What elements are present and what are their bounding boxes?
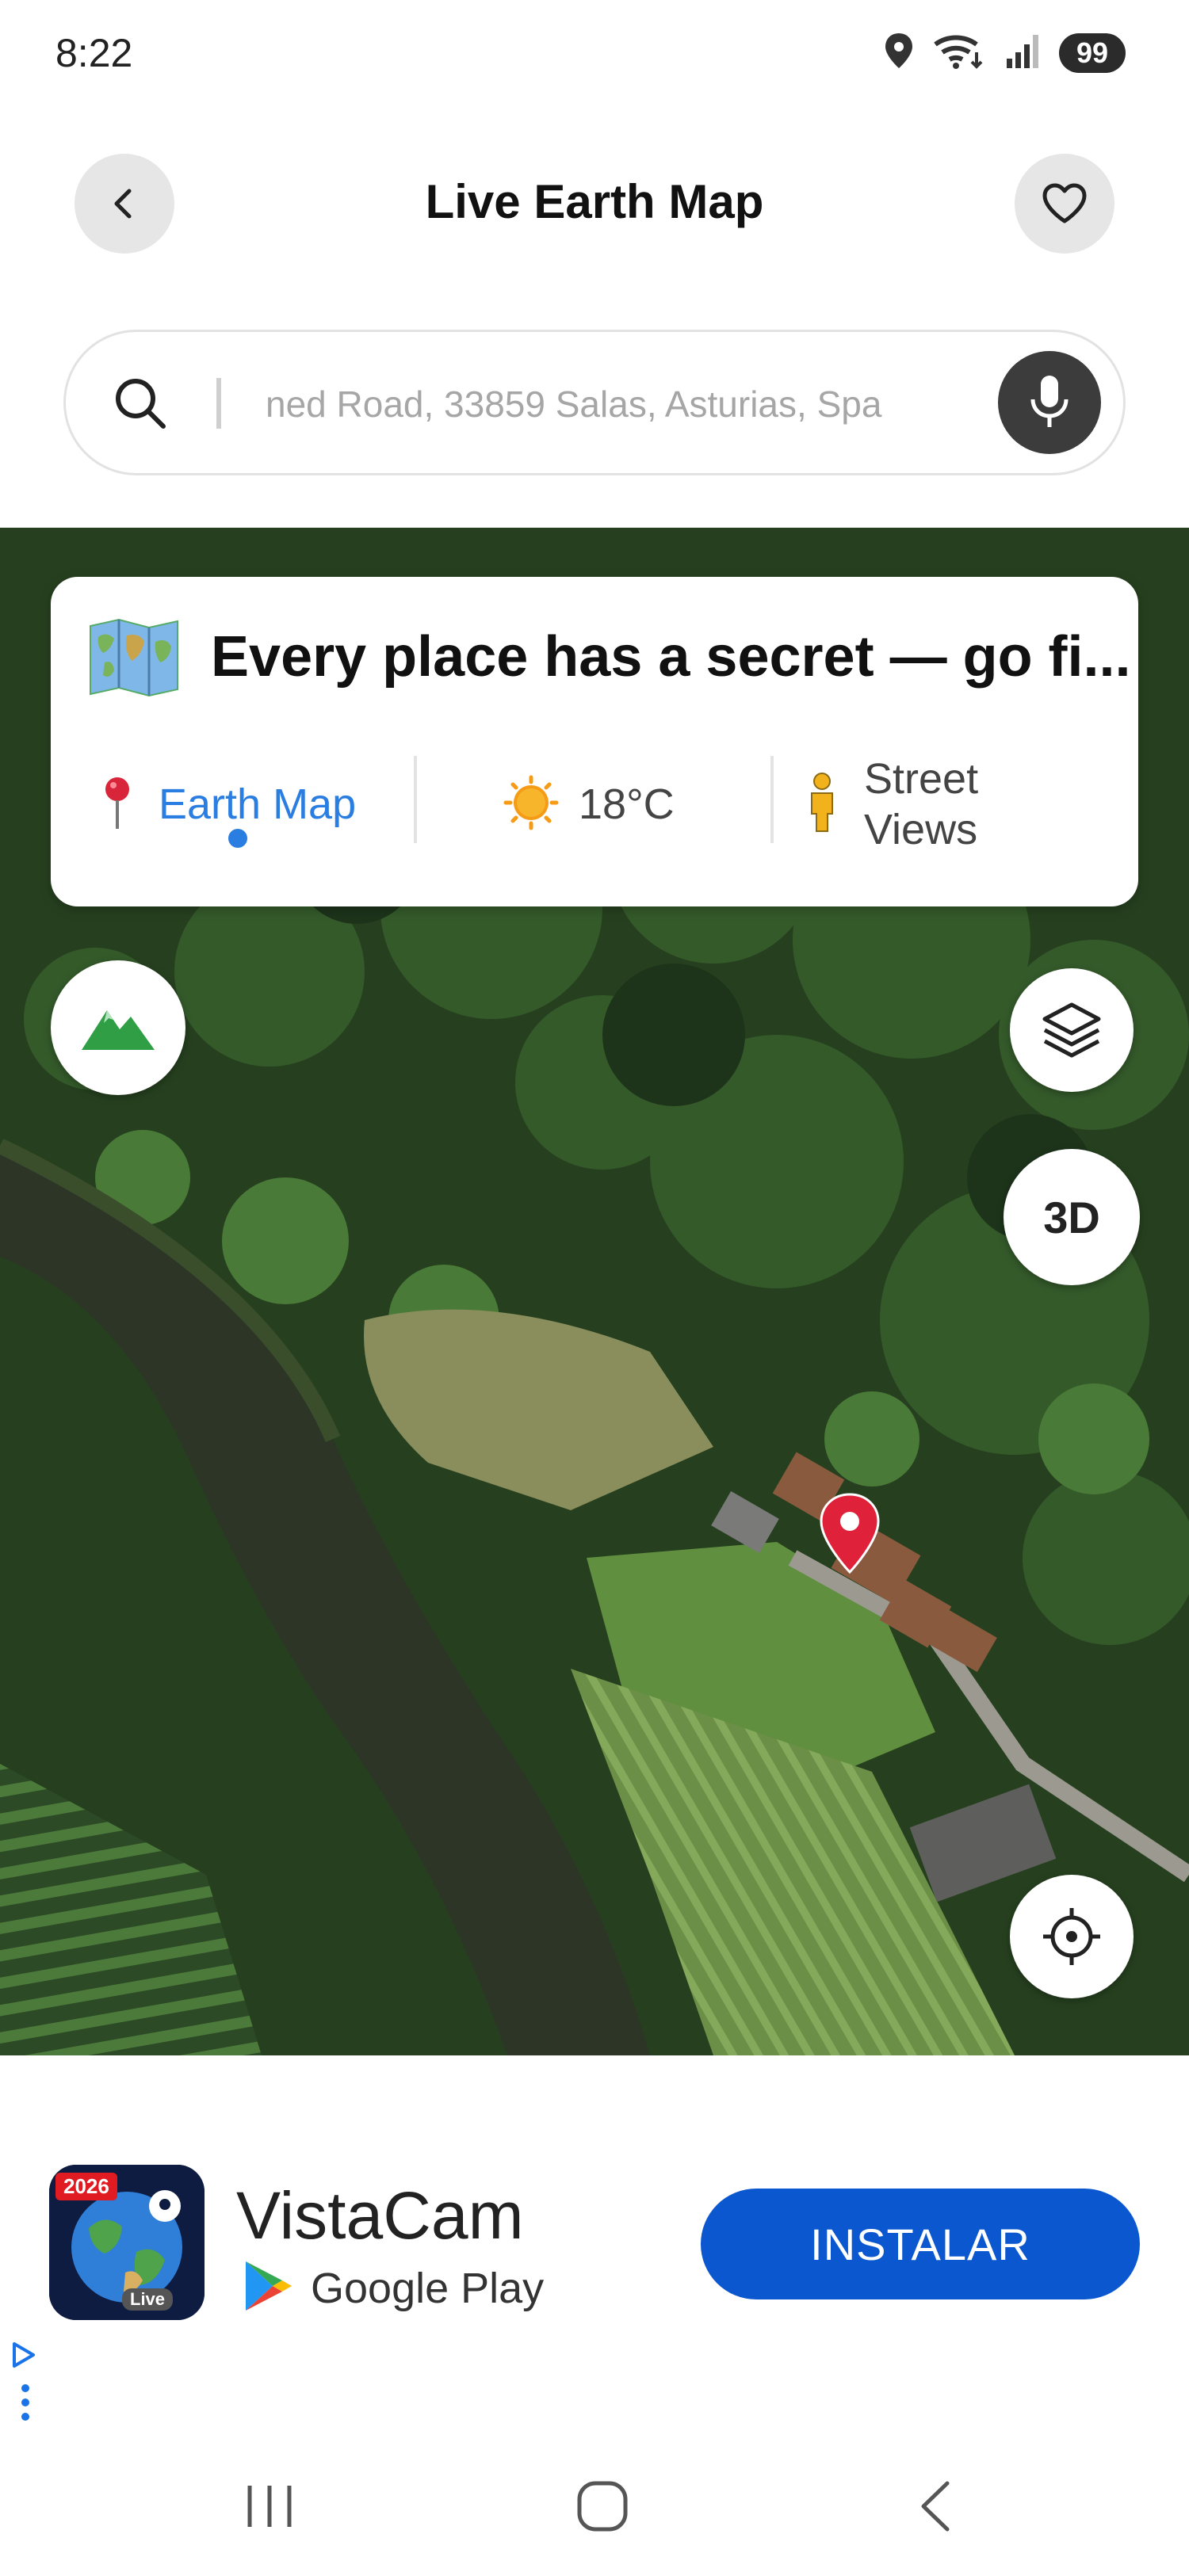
terrain-button[interactable] <box>51 960 185 1095</box>
pushpin-icon <box>100 775 135 834</box>
search-input[interactable] <box>264 364 1028 445</box>
ad-store-name: Google Play <box>311 2264 545 2312</box>
ad-app-name: VistaCam <box>236 2178 524 2253</box>
ad-year-badge: 2026 <box>55 2173 117 2200</box>
home-button[interactable] <box>563 2471 642 2542</box>
ad-app-icon[interactable]: 2026 Live <box>49 2165 205 2320</box>
page-title: Live Earth Map <box>425 175 764 228</box>
divider <box>770 756 774 843</box>
text-cursor <box>216 378 221 429</box>
heart-icon <box>1042 183 1087 223</box>
microphone-icon <box>1030 376 1069 427</box>
back-arrow-icon <box>921 2481 950 2532</box>
voice-search-button[interactable] <box>998 351 1101 454</box>
card-headline: Every place has a secret — go fi... <box>211 625 1131 689</box>
ad-icon-caption: Live <box>122 2288 174 2311</box>
layers-icon <box>1042 1002 1101 1058</box>
status-icons: 99 <box>883 32 1126 74</box>
google-play-icon <box>243 2258 295 2318</box>
search-icon <box>110 373 170 437</box>
favorite-button[interactable] <box>1015 154 1114 254</box>
map-layers-button[interactable] <box>1010 968 1134 1092</box>
home-icon <box>577 2481 628 2532</box>
tab-weather[interactable]: 18°C <box>503 745 772 864</box>
install-button[interactable]: INSTALAR <box>701 2189 1140 2299</box>
divider <box>414 756 417 843</box>
crosshair-icon <box>1043 1908 1100 1965</box>
signal-icon <box>1004 32 1042 74</box>
info-card: Every place has a secret — go fi... Eart… <box>51 577 1138 906</box>
tab-label: Street Views <box>864 755 979 853</box>
sun-icon <box>503 774 560 835</box>
nav-back-button[interactable] <box>896 2471 975 2542</box>
tab-street-views[interactable]: Street Views <box>804 745 1121 864</box>
status-time: 8:22 <box>55 31 133 75</box>
pegman-icon <box>804 771 840 838</box>
tab-earth-map[interactable]: Earth Map <box>100 745 433 864</box>
search-bar[interactable] <box>63 330 1126 475</box>
battery-indicator: 99 <box>1058 32 1126 73</box>
my-location-button[interactable] <box>1010 1875 1134 1998</box>
tab-label: Earth Map <box>159 780 357 828</box>
recent-apps-button[interactable] <box>230 2471 309 2542</box>
ad-store-row: Google Play <box>243 2258 544 2318</box>
active-tab-indicator <box>228 829 247 848</box>
wifi-icon <box>932 32 986 74</box>
location-icon <box>883 32 915 74</box>
3d-view-button[interactable]: 3D <box>1004 1149 1140 1285</box>
recents-icon <box>247 2486 292 2527</box>
tab-label: 18°C <box>579 780 675 828</box>
world-map-icon <box>87 618 181 701</box>
adchoices-icon[interactable] <box>6 2337 38 2429</box>
mountain-icon <box>82 1010 155 1050</box>
